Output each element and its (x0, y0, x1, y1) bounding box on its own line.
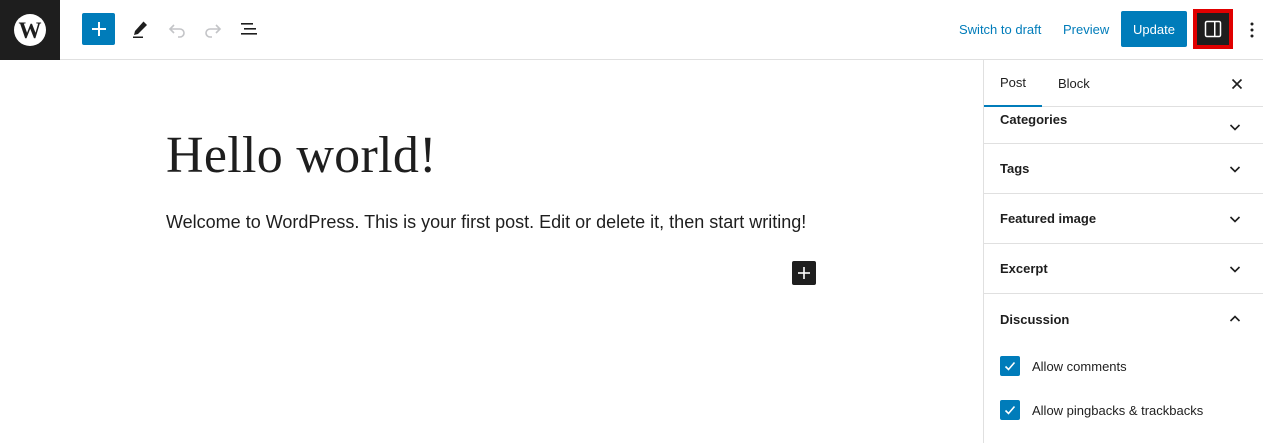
wordpress-logo[interactable]: W (0, 0, 60, 60)
settings-button[interactable] (1193, 9, 1233, 49)
panel-excerpt[interactable]: Excerpt (984, 244, 1263, 294)
redo-button[interactable] (196, 12, 230, 46)
more-vertical-icon (1250, 22, 1254, 37)
paragraph-block[interactable]: Welcome to WordPress. This is your first… (166, 212, 806, 233)
post-title[interactable]: Hello world! (166, 126, 437, 185)
editor-canvas: Hello world! Welcome to WordPress. This … (0, 60, 983, 443)
panel-label: Excerpt (1000, 261, 1048, 276)
panel-label: Categories (1000, 112, 1068, 127)
checkmark-icon (1004, 361, 1016, 371)
allow-pingbacks-checkbox[interactable] (1000, 400, 1020, 420)
chevron-down-icon (1229, 165, 1241, 173)
document-overview-button[interactable] (232, 12, 266, 46)
update-button[interactable]: Update (1121, 11, 1187, 47)
chevron-down-icon (1229, 124, 1241, 131)
panel-tags[interactable]: Tags (984, 144, 1263, 194)
preview-button[interactable]: Preview (1063, 13, 1109, 46)
options-button[interactable] (1240, 13, 1263, 46)
settings-sidebar: Post Block Categories Tags Featured imag… (983, 60, 1263, 443)
allow-comments-checkbox[interactable] (1000, 356, 1020, 376)
wordpress-icon: W (14, 14, 46, 46)
plus-icon (91, 22, 106, 36)
checkmark-icon (1004, 405, 1016, 415)
panel-categories[interactable]: Categories (984, 107, 1263, 144)
sidebar-toggle-icon (1204, 20, 1222, 38)
chevron-up-icon (1229, 315, 1241, 322)
plus-icon (798, 267, 810, 279)
close-sidebar-button[interactable] (1225, 72, 1249, 96)
tab-block[interactable]: Block (1042, 60, 1106, 107)
panel-featured-image[interactable]: Featured image (984, 194, 1263, 244)
panel-discussion[interactable]: Discussion (984, 294, 1263, 344)
redo-icon (205, 24, 222, 38)
pencil-icon (133, 21, 147, 38)
list-view-icon (241, 23, 257, 35)
allow-pingbacks-option: Allow pingbacks & trackbacks (984, 388, 1263, 432)
panel-label: Tags (1000, 161, 1030, 176)
tab-post[interactable]: Post (984, 60, 1043, 107)
add-block-button[interactable] (82, 13, 115, 45)
checkbox-label[interactable]: Allow comments (1032, 359, 1127, 374)
tools-button[interactable] (123, 12, 157, 46)
chevron-down-icon (1229, 265, 1241, 273)
panel-label: Featured image (1000, 211, 1097, 226)
top-toolbar: W Switch to draft Preview Update (0, 0, 1263, 60)
block-inserter-button[interactable] (792, 261, 816, 285)
close-icon (1231, 78, 1243, 90)
undo-icon (168, 24, 185, 38)
sidebar-tabs: Post Block (984, 60, 1263, 107)
undo-button[interactable] (160, 12, 194, 46)
switch-to-draft-button[interactable]: Switch to draft (959, 13, 1041, 46)
chevron-down-icon (1229, 215, 1241, 223)
allow-comments-option: Allow comments (984, 344, 1263, 388)
checkbox-label[interactable]: Allow pingbacks & trackbacks (1032, 403, 1203, 418)
panel-label: Discussion (1000, 311, 1070, 327)
